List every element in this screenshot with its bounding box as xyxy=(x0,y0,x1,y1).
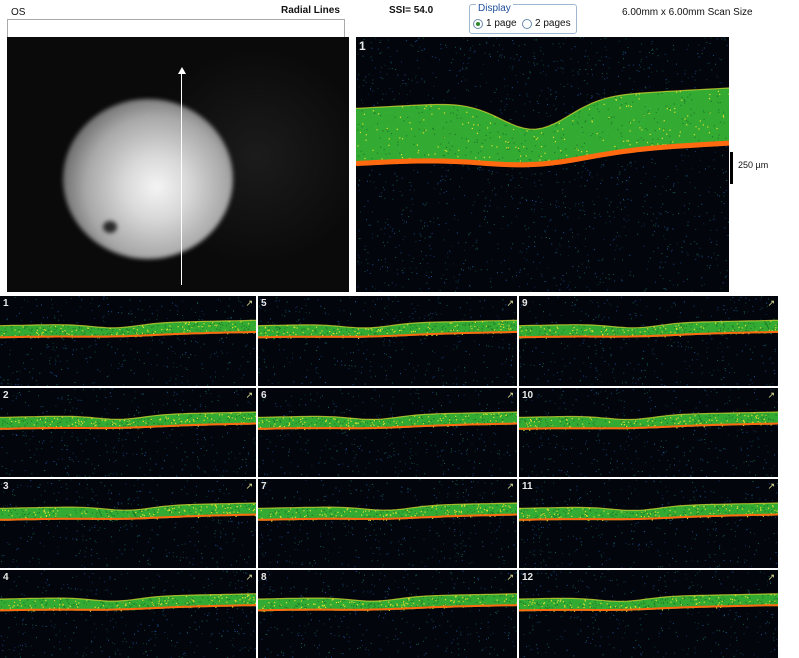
scan-direction-arrow-icon xyxy=(178,67,186,74)
oct-thumbnail[interactable]: 6 ↗ xyxy=(258,388,517,477)
thumbnail-number: 11 xyxy=(522,481,533,492)
oct-image xyxy=(519,296,778,386)
display-group: Display 1 page 2 pages xyxy=(469,3,577,34)
radio-2-pages[interactable]: 2 pages xyxy=(522,18,571,29)
oct-image xyxy=(0,479,256,568)
thumbnail-number: 12 xyxy=(522,572,534,583)
oct-image xyxy=(519,388,778,477)
scan-orientation-icon: ↗ xyxy=(506,298,514,308)
radio-1-page[interactable]: 1 page xyxy=(473,18,517,29)
radio-2-pages-label: 2 pages xyxy=(535,18,571,29)
oct-thumbnail[interactable]: 7 ↗ xyxy=(258,479,517,568)
thumbnail-number: 2 xyxy=(3,390,9,401)
oct-thumbnail[interactable]: 4 ↗ xyxy=(0,570,256,658)
fundus-dark-spot xyxy=(103,221,117,233)
thumbnail-number: 4 xyxy=(3,572,9,583)
oct-thumbnail[interactable]: 12 ↗ xyxy=(519,570,778,658)
oct-image xyxy=(258,570,517,658)
scan-line-marker[interactable] xyxy=(181,73,182,285)
scan-orientation-icon: ↗ xyxy=(767,390,775,400)
thumbnail-number: 10 xyxy=(522,390,534,401)
scan-size: 6.00mm x 6.00mm Scan Size xyxy=(622,7,753,18)
radio-unselected-icon xyxy=(522,18,532,29)
oct-image xyxy=(0,570,256,658)
oct-thumbnail[interactable]: 2 ↗ xyxy=(0,388,256,477)
thumbnail-number: 9 xyxy=(522,298,528,309)
thumbnail-number: 6 xyxy=(261,390,267,401)
fundus-frame xyxy=(7,19,345,37)
oct-thumbnail[interactable]: 10 ↗ xyxy=(519,388,778,477)
display-legend: Display xyxy=(476,3,513,14)
main-oct-scan[interactable]: 1 xyxy=(356,37,729,292)
oct-image xyxy=(356,37,729,292)
main-scan-number: 1 xyxy=(359,39,366,53)
eye-label: OS xyxy=(11,7,26,18)
oct-thumbnail[interactable]: 1 ↗ xyxy=(0,296,256,386)
oct-image xyxy=(0,388,256,477)
thumbnail-number: 8 xyxy=(261,572,267,583)
oct-thumbnail[interactable]: 5 ↗ xyxy=(258,296,517,386)
radio-1-page-label: 1 page xyxy=(486,18,517,29)
fundus-optic-region xyxy=(63,99,233,259)
scan-orientation-icon: ↗ xyxy=(767,481,775,491)
oct-image xyxy=(258,479,517,568)
scan-orientation-icon: ↗ xyxy=(245,572,253,582)
oct-image xyxy=(519,479,778,568)
thumbnail-number: 1 xyxy=(3,298,9,309)
scan-orientation-icon: ↗ xyxy=(767,298,775,308)
oct-thumbnail[interactable]: 3 ↗ xyxy=(0,479,256,568)
scan-orientation-icon: ↗ xyxy=(245,481,253,491)
scan-orientation-icon: ↗ xyxy=(767,572,775,582)
oct-image xyxy=(258,388,517,477)
thumbnail-number: 3 xyxy=(3,481,9,492)
oct-image xyxy=(0,296,256,386)
oct-thumbnail[interactable]: 11 ↗ xyxy=(519,479,778,568)
ssi-value: SSI= 54.0 xyxy=(389,5,434,16)
scan-orientation-icon: ↗ xyxy=(245,390,253,400)
oct-image xyxy=(258,296,517,386)
thumbnail-number: 7 xyxy=(261,481,267,492)
fundus-image[interactable] xyxy=(7,37,349,292)
oct-image xyxy=(519,570,778,658)
scan-orientation-icon: ↗ xyxy=(506,572,514,582)
scan-orientation-icon: ↗ xyxy=(506,481,514,491)
protocol-title: Radial Lines xyxy=(281,5,340,16)
scan-orientation-icon: ↗ xyxy=(245,298,253,308)
scale-label: 250 µm xyxy=(738,160,769,170)
scan-orientation-icon: ↗ xyxy=(506,390,514,400)
oct-thumbnail[interactable]: 8 ↗ xyxy=(258,570,517,658)
radio-selected-icon xyxy=(473,18,483,29)
scale-bar xyxy=(730,152,733,184)
thumbnail-number: 5 xyxy=(261,298,267,309)
oct-thumbnail[interactable]: 9 ↗ xyxy=(519,296,778,386)
